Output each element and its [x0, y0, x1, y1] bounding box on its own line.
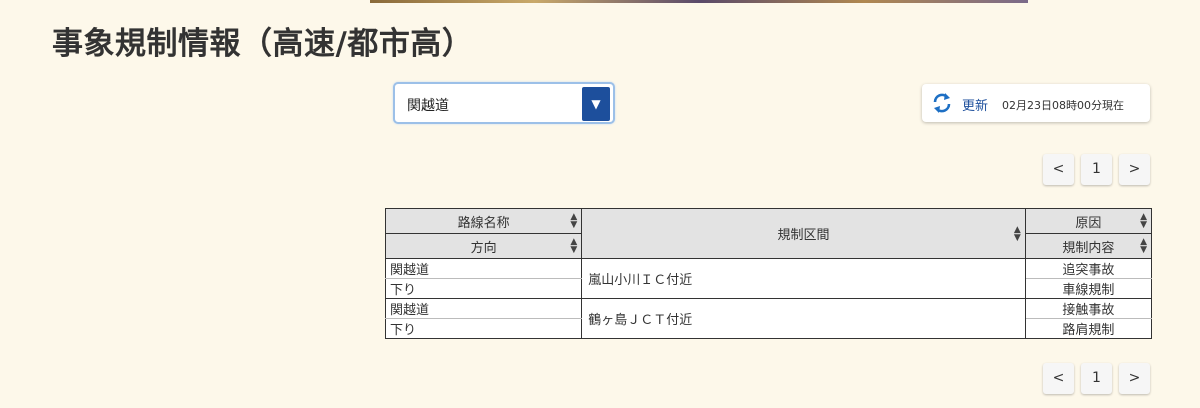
section-cell: 鶴ヶ島ＪＣＴ付近 — [581, 298, 1026, 339]
pagination-top: < 1 > — [1043, 154, 1151, 186]
table-row: 関越道 嵐山小川ＩＣ付近 追突事故 — [384, 258, 1153, 299]
page-number-button[interactable]: 1 — [1081, 154, 1112, 185]
route-select-value: 関越道 — [407, 98, 449, 114]
sort-icon[interactable]: ▲ ▼ — [1014, 225, 1021, 242]
col-header-section[interactable]: 規制区間 ▲ ▼ — [581, 208, 1026, 259]
section-cell: 嵐山小川ＩＣ付近 — [581, 258, 1026, 299]
refresh-label: 更新 — [962, 99, 989, 114]
regulation-cell: 車線規制 — [1024, 278, 1153, 299]
refresh-button[interactable]: 更新 02月23日08時00分現在 — [922, 84, 1150, 122]
col-header-route-label: 路線名称 — [457, 215, 510, 231]
direction-cell: 下り — [384, 278, 583, 299]
col-header-route[interactable]: 路線名称 ▲ ▼ — [384, 208, 583, 234]
col-header-cause[interactable]: 原因 ▲ ▼ — [1024, 208, 1153, 234]
route-cell: 関越道 — [384, 258, 583, 279]
header-image-strip — [370, 0, 1028, 3]
pagination-bottom: < 1 > — [1043, 363, 1151, 395]
dropdown-arrow-icon[interactable]: ▼ — [582, 87, 610, 121]
col-header-regulation[interactable]: 規制内容 ▲ ▼ — [1024, 233, 1153, 259]
refresh-icon — [933, 93, 951, 113]
page-title: 事象規制情報（高速/都市高） — [52, 26, 474, 62]
next-page-button[interactable]: > — [1119, 363, 1150, 394]
col-header-direction[interactable]: 方向 ▲ ▼ — [384, 233, 583, 259]
route-cell: 関越道 — [384, 298, 583, 319]
table-row: 関越道 鶴ヶ島ＪＣＴ付近 接触事故 — [384, 298, 1153, 339]
updated-timestamp: 02月23日08時00分現在 — [1002, 99, 1124, 112]
sort-icon[interactable]: ▲ ▼ — [570, 213, 577, 230]
regulation-cell: 路肩規制 — [1024, 318, 1153, 339]
sort-icon[interactable]: ▲ ▼ — [570, 238, 577, 255]
prev-page-button[interactable]: < — [1043, 363, 1074, 394]
sort-icon[interactable]: ▲ ▼ — [1140, 213, 1147, 230]
cause-cell: 追突事故 — [1024, 258, 1153, 279]
page-number-button[interactable]: 1 — [1081, 363, 1112, 394]
cause-cell: 接触事故 — [1024, 298, 1153, 319]
regulation-table: 路線名称 ▲ ▼ 規制区間 ▲ ▼ 原因 ▲ ▼ 方向 ▲ ▼ 規制内容 ▲ ▼ 関越道 嵐山小川Ｉ… — [384, 208, 1153, 339]
direction-cell: 下り — [384, 318, 583, 339]
col-header-section-label: 規制区間 — [777, 228, 830, 243]
sort-icon[interactable]: ▲ ▼ — [1140, 238, 1147, 255]
col-header-direction-label: 方向 — [470, 240, 497, 256]
next-page-button[interactable]: > — [1119, 154, 1150, 185]
prev-page-button[interactable]: < — [1043, 154, 1074, 185]
col-header-regulation-label: 規制内容 — [1062, 240, 1115, 256]
col-header-cause-label: 原因 — [1075, 215, 1102, 231]
route-select[interactable]: 関越道 ▼ — [393, 82, 615, 124]
